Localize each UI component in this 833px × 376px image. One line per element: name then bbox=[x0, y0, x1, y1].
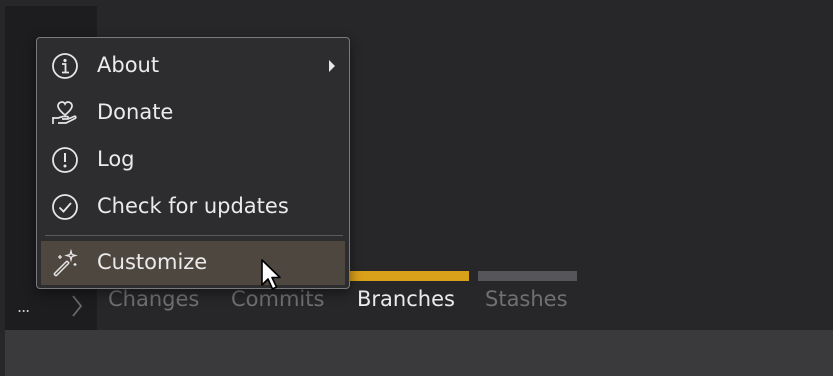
magic-wand-icon bbox=[53, 249, 78, 277]
alert-circle-icon bbox=[52, 147, 78, 173]
donate-heart-hand-icon bbox=[52, 101, 77, 124]
menu-separator bbox=[45, 235, 343, 236]
tab-stashes[interactable]: Stashes bbox=[485, 287, 568, 311]
menu-item-customize[interactable]: Customize bbox=[41, 241, 345, 285]
menu-item-log[interactable]: Log bbox=[41, 138, 345, 182]
menu-item-check-updates[interactable]: Check for updates bbox=[41, 185, 345, 229]
branches-tab-indicator bbox=[350, 271, 469, 281]
stashes-tab-indicator bbox=[478, 271, 577, 281]
check-circle-icon bbox=[52, 194, 78, 220]
tab-branches[interactable]: Branches bbox=[357, 287, 455, 311]
menu-item-about[interactable]: About bbox=[41, 44, 345, 88]
submenu-arrow-icon bbox=[329, 60, 335, 72]
menu-item-label: About bbox=[97, 53, 160, 77]
menu-item-label: Customize bbox=[97, 250, 208, 274]
tab-changes[interactable]: Changes bbox=[108, 287, 199, 311]
mouse-cursor-icon bbox=[261, 259, 281, 290]
menu-item-label: Log bbox=[97, 147, 135, 171]
bottom-bar bbox=[5, 330, 833, 376]
menu-item-donate[interactable]: Donate bbox=[41, 91, 345, 135]
more-options-button[interactable]: ... bbox=[17, 298, 30, 316]
context-menu: About Donate Log Check for updates Custo… bbox=[36, 37, 350, 289]
info-icon bbox=[52, 53, 78, 79]
chevron-right-icon[interactable] bbox=[68, 293, 86, 319]
menu-item-label: Check for updates bbox=[97, 194, 289, 218]
menu-item-label: Donate bbox=[97, 100, 174, 124]
